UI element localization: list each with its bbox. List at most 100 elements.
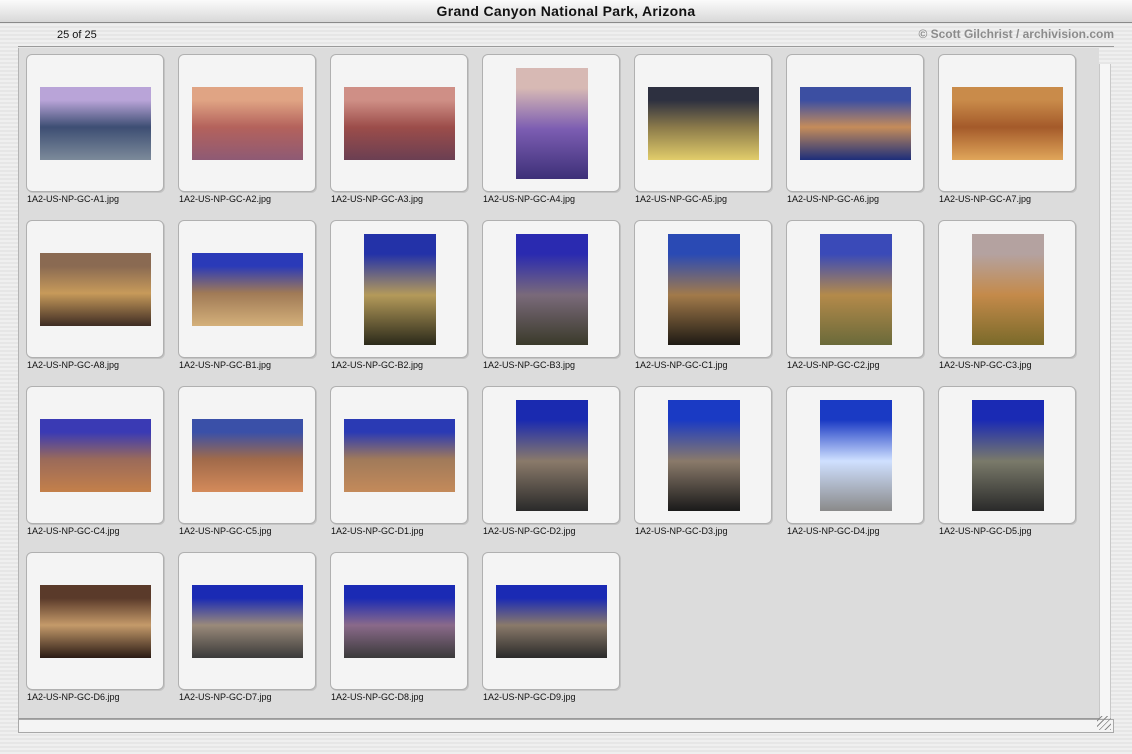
- thumbnail-frame[interactable]: [330, 386, 468, 524]
- thumbnail-item[interactable]: 1A2-US-NP-GC-A8.jpg: [20, 214, 164, 370]
- thumbnail-frame[interactable]: [26, 386, 164, 524]
- thumbnail-image[interactable]: [40, 87, 151, 160]
- thumbnail-image[interactable]: [192, 87, 303, 160]
- image-count: 25 of 25: [57, 29, 97, 41]
- thumbnail-frame[interactable]: [938, 54, 1076, 192]
- thumbnail-filename: 1A2-US-NP-GC-B1.jpg: [179, 360, 272, 370]
- thumbnail-image[interactable]: [668, 234, 740, 345]
- thumbnail-item[interactable]: 1A2-US-NP-GC-D4.jpg: [780, 380, 924, 536]
- thumbnail-filename: 1A2-US-NP-GC-C4.jpg: [27, 526, 120, 536]
- thumbnail-image[interactable]: [364, 234, 436, 345]
- thumbnail-filename: 1A2-US-NP-GC-A3.jpg: [331, 194, 424, 204]
- thumbnail-item[interactable]: 1A2-US-NP-GC-D8.jpg: [324, 546, 468, 702]
- resize-grip-icon[interactable]: [1097, 716, 1111, 730]
- thumbnail-frame[interactable]: [26, 552, 164, 690]
- thumbnail-frame[interactable]: [786, 220, 924, 358]
- thumbnail-item[interactable]: 1A2-US-NP-GC-A7.jpg: [932, 48, 1076, 204]
- thumbnail-item[interactable]: 1A2-US-NP-GC-B2.jpg: [324, 214, 468, 370]
- thumbnail-item[interactable]: 1A2-US-NP-GC-A1.jpg: [20, 48, 164, 204]
- thumbnail-filename: 1A2-US-NP-GC-D9.jpg: [483, 692, 576, 702]
- window-title: Grand Canyon National Park, Arizona: [0, 0, 1132, 23]
- thumbnail-item[interactable]: 1A2-US-NP-GC-C4.jpg: [20, 380, 164, 536]
- thumbnail-image[interactable]: [344, 87, 455, 160]
- thumbnail-image[interactable]: [952, 87, 1063, 160]
- thumbnail-frame[interactable]: [178, 220, 316, 358]
- thumbnail-frame[interactable]: [26, 54, 164, 192]
- thumbnail-image[interactable]: [820, 234, 892, 345]
- thumbnail-filename: 1A2-US-NP-GC-A5.jpg: [635, 194, 728, 204]
- thumbnail-item[interactable]: 1A2-US-NP-GC-C3.jpg: [932, 214, 1076, 370]
- thumbnail-frame[interactable]: [178, 552, 316, 690]
- thumbnail-filename: 1A2-US-NP-GC-A7.jpg: [939, 194, 1032, 204]
- thumbnail-filename: 1A2-US-NP-GC-C1.jpg: [635, 360, 728, 370]
- thumbnail-frame[interactable]: [634, 220, 772, 358]
- thumbnail-frame[interactable]: [482, 552, 620, 690]
- thumbnail-filename: 1A2-US-NP-GC-A1.jpg: [27, 194, 120, 204]
- thumbnail-frame[interactable]: [178, 54, 316, 192]
- thumbnail-filename: 1A2-US-NP-GC-C5.jpg: [179, 526, 272, 536]
- thumbnail-item[interactable]: 1A2-US-NP-GC-A2.jpg: [172, 48, 316, 204]
- thumbnail-image[interactable]: [40, 585, 151, 658]
- thumbnail-item[interactable]: 1A2-US-NP-GC-A6.jpg: [780, 48, 924, 204]
- copyright-credit: © Scott Gilchrist / archivision.com: [918, 27, 1114, 41]
- thumbnail-image[interactable]: [516, 68, 588, 179]
- thumbnail-image[interactable]: [192, 585, 303, 658]
- thumbnail-image[interactable]: [496, 585, 607, 658]
- thumbnail-frame[interactable]: [938, 386, 1076, 524]
- thumbnail-frame[interactable]: [634, 54, 772, 192]
- thumbnail-frame[interactable]: [178, 386, 316, 524]
- thumbnail-item[interactable]: 1A2-US-NP-GC-A5.jpg: [628, 48, 772, 204]
- thumbnail-image[interactable]: [820, 400, 892, 511]
- thumbnail-image[interactable]: [344, 419, 455, 492]
- thumbnail-filename: 1A2-US-NP-GC-A8.jpg: [27, 360, 120, 370]
- thumbnail-filename: 1A2-US-NP-GC-B2.jpg: [331, 360, 424, 370]
- thumbnail-frame[interactable]: [482, 220, 620, 358]
- thumbnail-filename: 1A2-US-NP-GC-D2.jpg: [483, 526, 576, 536]
- thumbnail-frame[interactable]: [330, 54, 468, 192]
- thumbnail-item[interactable]: 1A2-US-NP-GC-A3.jpg: [324, 48, 468, 204]
- thumbnail-item[interactable]: 1A2-US-NP-GC-B1.jpg: [172, 214, 316, 370]
- thumbnail-filename: 1A2-US-NP-GC-D4.jpg: [787, 526, 880, 536]
- thumbnail-item[interactable]: 1A2-US-NP-GC-C2.jpg: [780, 214, 924, 370]
- thumbnail-frame[interactable]: [330, 552, 468, 690]
- thumbnail-frame[interactable]: [634, 386, 772, 524]
- thumbnail-image[interactable]: [668, 400, 740, 511]
- thumbnail-filename: 1A2-US-NP-GC-C3.jpg: [939, 360, 1032, 370]
- thumbnail-grid[interactable]: 1A2-US-NP-GC-A1.jpg 1A2-US-NP-GC-A2.jpg 1A…: [18, 48, 1099, 719]
- thumbnail-image[interactable]: [648, 87, 759, 160]
- thumbnail-item[interactable]: 1A2-US-NP-GC-D1.jpg: [324, 380, 468, 536]
- thumbnail-image[interactable]: [972, 234, 1044, 345]
- thumbnail-image[interactable]: [516, 234, 588, 345]
- thumbnail-frame[interactable]: [786, 54, 924, 192]
- thumbnail-filename: 1A2-US-NP-GC-D8.jpg: [331, 692, 424, 702]
- thumbnail-frame[interactable]: [786, 386, 924, 524]
- thumbnail-item[interactable]: 1A2-US-NP-GC-A4.jpg: [476, 48, 620, 204]
- thumbnail-filename: 1A2-US-NP-GC-D5.jpg: [939, 526, 1032, 536]
- thumbnail-image[interactable]: [192, 419, 303, 492]
- thumbnail-frame[interactable]: [482, 386, 620, 524]
- thumbnail-image[interactable]: [40, 253, 151, 326]
- thumbnail-image[interactable]: [40, 419, 151, 492]
- thumbnail-filename: 1A2-US-NP-GC-A6.jpg: [787, 194, 880, 204]
- thumbnail-item[interactable]: 1A2-US-NP-GC-B3.jpg: [476, 214, 620, 370]
- thumbnail-item[interactable]: 1A2-US-NP-GC-D2.jpg: [476, 380, 620, 536]
- thumbnail-item[interactable]: 1A2-US-NP-GC-D7.jpg: [172, 546, 316, 702]
- thumbnail-image[interactable]: [344, 585, 455, 658]
- thumbnail-item[interactable]: 1A2-US-NP-GC-C1.jpg: [628, 214, 772, 370]
- vertical-scrollbar[interactable]: [1099, 64, 1111, 718]
- thumbnail-frame[interactable]: [330, 220, 468, 358]
- thumbnail-image[interactable]: [192, 253, 303, 326]
- thumbnail-item[interactable]: 1A2-US-NP-GC-D3.jpg: [628, 380, 772, 536]
- horizontal-scrollbar[interactable]: [18, 716, 1114, 733]
- thumbnail-image[interactable]: [800, 87, 911, 160]
- thumbnail-filename: 1A2-US-NP-GC-A2.jpg: [179, 194, 272, 204]
- thumbnail-item[interactable]: 1A2-US-NP-GC-D6.jpg: [20, 546, 164, 702]
- thumbnail-image[interactable]: [972, 400, 1044, 511]
- thumbnail-item[interactable]: 1A2-US-NP-GC-C5.jpg: [172, 380, 316, 536]
- thumbnail-frame[interactable]: [482, 54, 620, 192]
- thumbnail-item[interactable]: 1A2-US-NP-GC-D9.jpg: [476, 546, 620, 702]
- thumbnail-image[interactable]: [516, 400, 588, 511]
- thumbnail-frame[interactable]: [938, 220, 1076, 358]
- thumbnail-item[interactable]: 1A2-US-NP-GC-D5.jpg: [932, 380, 1076, 536]
- thumbnail-frame[interactable]: [26, 220, 164, 358]
